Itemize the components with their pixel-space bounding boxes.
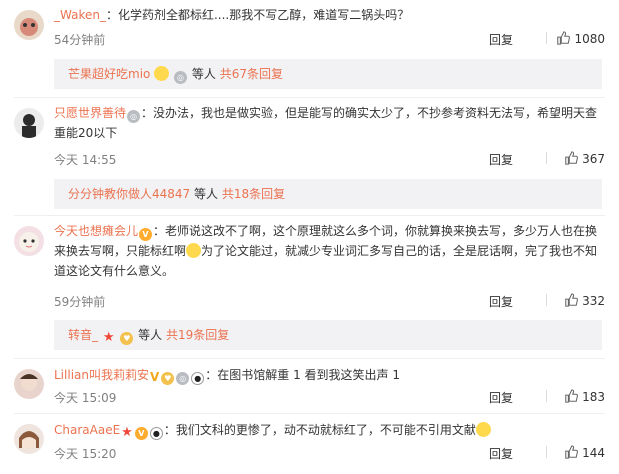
thumbs-up-icon bbox=[565, 151, 579, 165]
thumbs-up-icon bbox=[557, 31, 571, 45]
sub-reply-box[interactable]: 芒果超好吃mio ◎ 等人 共67条回复 bbox=[54, 59, 602, 89]
like-button[interactable]: 1080 bbox=[556, 31, 605, 46]
username[interactable]: _Waken_ bbox=[54, 8, 106, 22]
divider bbox=[546, 294, 547, 306]
comment-body: 化学药剂全都标红....那我不写乙醇，难道写二锅头吗？ bbox=[117, 8, 410, 22]
comment-text: 只愿世界善待 ◎ ：没办法，我也是做实验，但是能写的确实太少了，不抄参考资料无法写，… bbox=[54, 103, 605, 143]
like-button[interactable]: 332 bbox=[564, 293, 605, 308]
timestamp: 59分钟前 bbox=[54, 295, 106, 309]
star-badge-icon: ★ bbox=[121, 425, 133, 440]
sub-reply-user[interactable]: 转音_ bbox=[68, 328, 98, 342]
reply-button[interactable]: 回复 bbox=[489, 293, 513, 310]
like-button[interactable]: 367 bbox=[564, 151, 605, 166]
member-badge-icon: ◎ bbox=[176, 372, 190, 385]
comment-text: 今天也想瘫会儿 V ：老师说这改不了啊，这个原理就这么多个词，你就算换来换去写，多少… bbox=[54, 221, 605, 281]
sub-reply-user[interactable]: 芒果超好吃mio bbox=[68, 67, 150, 81]
sub-reply-box[interactable]: 转音_ ★ ♥ 等人 共19条回复 bbox=[54, 320, 602, 350]
sub-reply-box[interactable]: 分分钟教你做人44847 等人 共18条回复 bbox=[54, 179, 602, 209]
comment-item: 只愿世界善待 ◎ ：没办法，我也是做实验，但是能写的确实太少了，不抄参考资料无法写，… bbox=[0, 98, 619, 216]
colon: ： bbox=[205, 368, 218, 382]
comment-text: Lillian叫我莉莉安V ♥ ◎ ● ：在图书馆解重 1 看到我这笑出声 1 bbox=[54, 365, 605, 385]
reply-button[interactable]: 回复 bbox=[489, 445, 513, 462]
vip-badge-icon: V bbox=[139, 228, 153, 241]
divider bbox=[546, 446, 547, 458]
heart-badge-icon: ♥ bbox=[161, 372, 175, 385]
comment-body: 在图书馆解重 1 看到我这笑出声 1 bbox=[217, 368, 401, 382]
divider bbox=[546, 32, 547, 44]
divider bbox=[546, 390, 547, 402]
avatar[interactable] bbox=[14, 10, 44, 40]
username[interactable]: CharaAaeE bbox=[54, 423, 120, 437]
verified-v-icon: V bbox=[149, 370, 160, 384]
member-badge-icon: ◎ bbox=[174, 71, 188, 84]
colon: ： bbox=[105, 8, 118, 22]
heart-badge-icon: ♥ bbox=[120, 332, 134, 345]
crying-emoji-icon bbox=[186, 243, 202, 258]
comment-item: 今天也想瘫会儿 V ：老师说这改不了啊，这个原理就这么多个词，你就算换来换去写，多少… bbox=[0, 216, 619, 359]
comment-item: CharaAaeE★ V ● ：我们文科的更惨了，动不动就标红了，不可能不引用文献 今… bbox=[0, 414, 619, 474]
sub-reply-tail: 等人 bbox=[191, 67, 216, 81]
thumbs-up-icon bbox=[565, 293, 579, 307]
like-count: 332 bbox=[582, 294, 605, 308]
reply-button[interactable]: 回复 bbox=[489, 31, 513, 48]
like-count: 144 bbox=[582, 446, 605, 460]
star-badge-icon: ★ bbox=[102, 330, 115, 345]
sub-reply-count[interactable]: 共18条回复 bbox=[222, 187, 285, 201]
sub-reply-tail: 等人 bbox=[138, 328, 163, 342]
colon: ： bbox=[153, 224, 166, 238]
colon: ： bbox=[141, 106, 154, 120]
username[interactable]: 今天也想瘫会儿 bbox=[54, 224, 138, 238]
emoji-icon bbox=[475, 422, 491, 437]
sub-reply-count[interactable]: 共19条回复 bbox=[166, 328, 229, 342]
avatar[interactable] bbox=[14, 226, 44, 256]
timestamp: 今天 15:09 bbox=[54, 391, 117, 405]
comment-text: _Waken_：化学药剂全都标红....那我不写乙醇，难道写二锅头吗？ bbox=[54, 5, 605, 25]
panda-badge-icon: ● bbox=[149, 427, 163, 440]
timestamp: 54分钟前 bbox=[54, 33, 106, 47]
reply-button[interactable]: 回复 bbox=[489, 151, 513, 168]
avatar[interactable] bbox=[14, 424, 44, 454]
username[interactable]: Lillian叫我莉莉安 bbox=[54, 368, 149, 382]
sub-reply-tail: 等人 bbox=[194, 187, 219, 201]
username[interactable]: 只愿世界善待 bbox=[54, 106, 126, 120]
like-count: 1080 bbox=[574, 32, 605, 46]
smile-emoji-icon bbox=[154, 66, 170, 81]
avatar[interactable] bbox=[14, 369, 44, 399]
vip-badge-icon: V bbox=[134, 427, 148, 440]
comment-item: _Waken_：化学药剂全都标红....那我不写乙醇，难道写二锅头吗？ 54分钟… bbox=[0, 0, 619, 98]
colon: ： bbox=[163, 423, 176, 437]
like-button[interactable]: 144 bbox=[564, 445, 605, 460]
divider bbox=[546, 152, 547, 164]
member-badge-icon: ◎ bbox=[127, 110, 141, 123]
thumbs-up-icon bbox=[565, 445, 579, 459]
reply-button[interactable]: 回复 bbox=[489, 389, 513, 406]
like-button[interactable]: 183 bbox=[564, 389, 605, 404]
timestamp: 今天 15:20 bbox=[54, 447, 117, 461]
comment-body: 我们文科的更惨了，动不动就标红了，不可能不引用文献 bbox=[175, 423, 476, 437]
comment-item: Lillian叫我莉莉安V ♥ ◎ ● ：在图书馆解重 1 看到我这笑出声 1 今天 1… bbox=[0, 359, 619, 414]
timestamp: 今天 14:55 bbox=[54, 153, 117, 167]
avatar[interactable] bbox=[14, 108, 44, 138]
comment-text: CharaAaeE★ V ● ：我们文科的更惨了，动不动就标红了，不可能不引用文献 bbox=[54, 420, 605, 440]
sub-reply-user[interactable]: 分分钟教你做人44847 bbox=[68, 187, 190, 201]
like-count: 367 bbox=[582, 152, 605, 166]
thumbs-up-icon bbox=[565, 389, 579, 403]
sub-reply-count[interactable]: 共67条回复 bbox=[220, 67, 283, 81]
panda-badge-icon: ● bbox=[191, 372, 205, 385]
like-count: 183 bbox=[582, 390, 605, 404]
